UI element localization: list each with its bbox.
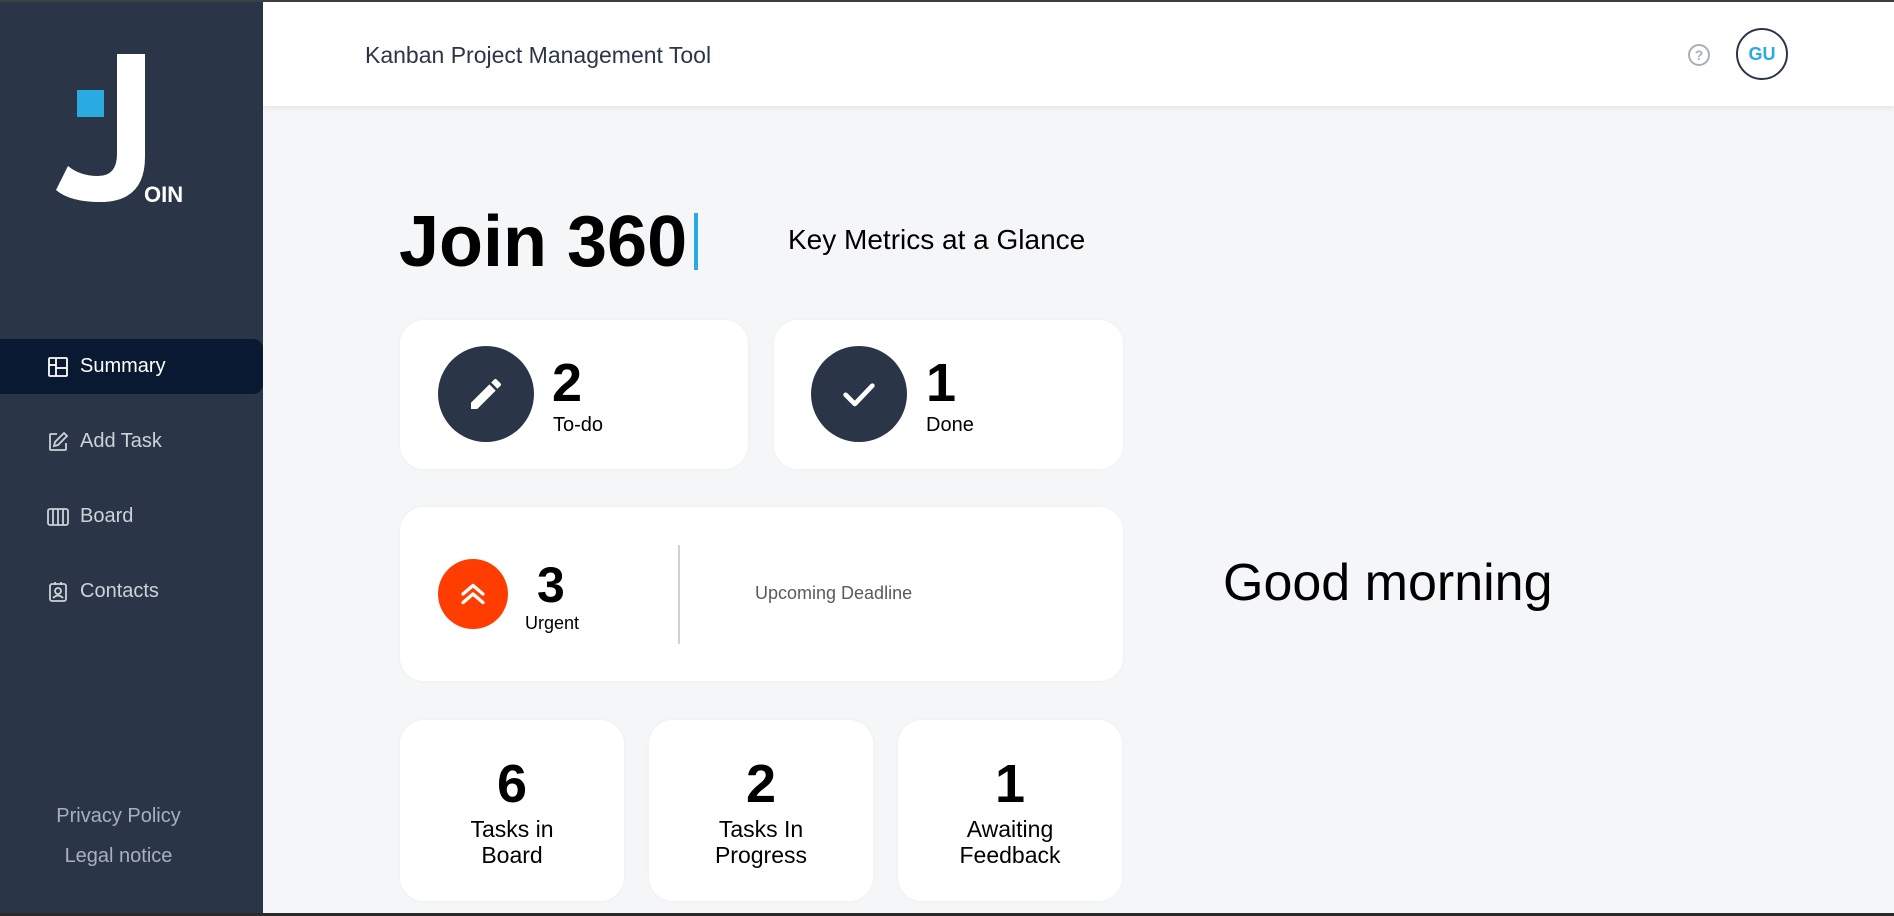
svg-text:OIN: OIN	[144, 182, 183, 207]
urgent-count: 3	[537, 557, 565, 613]
tasks-in-board-label-line1: Tasks in	[470, 816, 554, 842]
header-title: Kanban Project Management Tool	[365, 42, 712, 68]
summary-icon	[46, 355, 70, 379]
tasks-in-board-label: Tasks in Board	[400, 816, 624, 868]
join-logo-icon: OIN	[56, 54, 183, 207]
todo-count: 2	[552, 353, 583, 413]
tasks-in-board-count: 6	[496, 754, 528, 814]
page-title: Join 360	[399, 202, 688, 282]
double-chevron-up-icon	[461, 583, 485, 605]
urgent-label: Urgent	[525, 613, 580, 633]
sidebar-item-label: Contacts	[80, 580, 159, 602]
sidebar-footer: Privacy Policy Legal notice	[0, 788, 237, 868]
todo-circle	[438, 346, 534, 442]
sidebar-nav: Summary Add Task Board Contacts	[0, 339, 263, 639]
tasks-in-progress-label-line1: Tasks In	[718, 816, 804, 842]
todo-card[interactable]: 2 To-do	[400, 320, 748, 469]
sidebar-item-label: Board	[80, 505, 134, 527]
legal-notice-link[interactable]: Legal notice	[0, 845, 237, 868]
sidebar-item-contacts[interactable]: Contacts	[0, 564, 263, 619]
title-divider	[694, 213, 698, 270]
add-task-icon	[46, 430, 70, 454]
pencil-icon	[471, 378, 502, 409]
sidebar-item-board[interactable]: Board	[0, 489, 263, 544]
awaiting-feedback-count: 1	[994, 754, 1026, 814]
user-avatar[interactable]: GU	[1736, 28, 1788, 80]
upcoming-deadline-label: Upcoming Deadline	[755, 583, 913, 603]
tasks-in-progress-card[interactable]: 2 Tasks In Progress	[649, 720, 873, 901]
tasks-in-board-card[interactable]: 6 Tasks in Board	[400, 720, 624, 901]
join-logo[interactable]: OIN	[56, 52, 186, 207]
tasks-in-progress-label-line2: Progress	[714, 842, 808, 868]
awaiting-feedback-label: Awaiting Feedback	[898, 816, 1122, 868]
tasks-in-progress-count: 2	[745, 754, 777, 814]
done-count: 1	[926, 353, 957, 413]
tasks-in-progress-label: Tasks In Progress	[649, 816, 873, 868]
sidebar: OIN Summary Add Task Board Contacts Priv…	[0, 2, 263, 913]
urgent-circle	[438, 559, 508, 629]
greeting-text: Good morning	[1223, 554, 1553, 612]
todo-label: To-do	[553, 414, 604, 436]
sidebar-item-label: Summary	[80, 355, 166, 377]
sidebar-item-summary[interactable]: Summary	[0, 339, 263, 394]
tasks-in-board-label-line2: Board	[481, 842, 543, 868]
urgent-card[interactable]: 3 Urgent Upcoming Deadline	[400, 507, 1123, 681]
top-header: Kanban Project Management Tool ? GU	[263, 2, 1894, 106]
awaiting-feedback-label-line1: Awaiting	[966, 816, 1054, 842]
done-card[interactable]: 1 Done	[774, 320, 1123, 469]
done-circle	[811, 346, 907, 442]
sidebar-item-label: Add Task	[80, 430, 162, 452]
awaiting-feedback-label-line2: Feedback	[959, 842, 1061, 868]
privacy-policy-link[interactable]: Privacy Policy	[0, 805, 237, 828]
check-icon	[843, 383, 875, 407]
board-icon	[46, 505, 70, 529]
contacts-icon	[46, 580, 70, 604]
done-label: Done	[926, 414, 974, 436]
urgent-divider	[678, 545, 680, 644]
page-subtitle: Key Metrics at a Glance	[788, 224, 1086, 255]
awaiting-feedback-card[interactable]: 1 Awaiting Feedback	[898, 720, 1122, 901]
sidebar-item-add-task[interactable]: Add Task	[0, 414, 263, 469]
help-icon[interactable]: ?	[1688, 44, 1710, 66]
